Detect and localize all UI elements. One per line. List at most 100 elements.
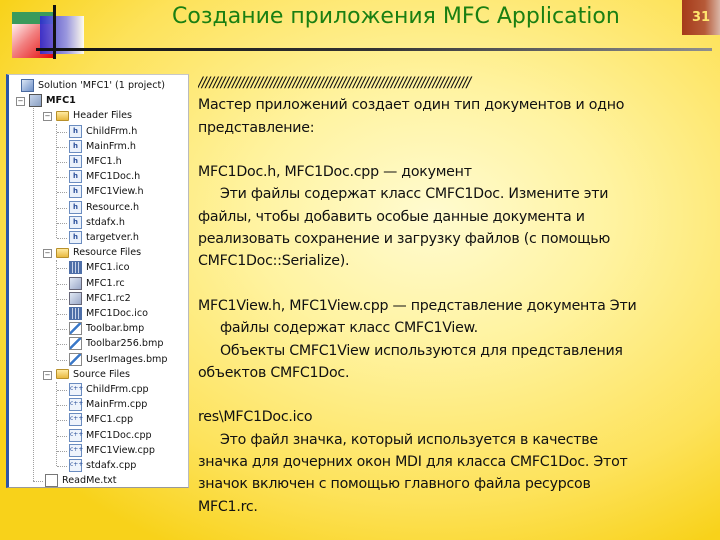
tree-item[interactable]: Resource Files (56, 245, 141, 260)
cpp-file-icon: c++ (69, 413, 83, 427)
cpp-file-icon: c++ (69, 398, 83, 412)
tree-connector (56, 260, 57, 360)
tree-item-label: ReadMe.txt (62, 475, 117, 487)
tree-item-label: MainFrm.h (86, 140, 136, 152)
tree-item-label: stdafx.h (86, 216, 125, 228)
tree-item[interactable]: ReadMe.txt (45, 473, 117, 488)
bitmap-file-icon (69, 322, 82, 336)
tree-connector (56, 123, 57, 238)
tree-item-label: MFC1.cpp (86, 414, 134, 426)
tree-connector (57, 420, 67, 422)
tree-connector (57, 283, 67, 285)
body-line: MFC1View.h, MFC1View.cpp — представление… (198, 297, 637, 314)
rc-file-icon (69, 291, 82, 305)
tree-connector (57, 268, 67, 270)
tree-item[interactable]: h MainFrm.h (69, 139, 136, 154)
tree-item[interactable]: Solution 'MFC1' (1 project) (21, 78, 165, 93)
body-lines: Мастер приложений создает один тип докум… (198, 94, 713, 518)
solution-explorer-tree: Solution 'MFC1' (1 project) MFC1 − Header F… (6, 74, 189, 488)
tree-item[interactable]: c++ stdafx.cpp (69, 458, 136, 473)
title-underline (36, 48, 712, 51)
tree-item[interactable]: h ChildFrm.h (69, 124, 137, 139)
body-line: значка для дочерних окон MDI для класса … (198, 454, 628, 471)
tree-item[interactable]: c++ MFC1.cpp (69, 412, 133, 427)
tree-item-label: MFC1.rc2 (86, 292, 131, 304)
tree-connector (57, 329, 67, 331)
separator-line: ////////////////////////////////////////… (198, 75, 471, 91)
tree-item[interactable]: h MFC1View.h (69, 184, 144, 199)
collapse-toggle-icon[interactable]: − (43, 112, 52, 122)
tree-connector (57, 466, 67, 467)
bitmap-file-icon (69, 352, 82, 366)
slide-title: Создание приложения MFC Application (172, 4, 620, 29)
cpp-file-icon: c++ (69, 443, 83, 457)
solution-icon (21, 79, 34, 92)
tree-item-label: MFC1Doc.ico (86, 308, 148, 319)
folder-icon (56, 247, 69, 258)
tree-item-label: UserImages.bmp (86, 353, 168, 365)
tree-item-label: targetver.h (86, 232, 139, 243)
tree-item[interactable]: c++ MainFrm.cpp (69, 397, 147, 412)
cpp-file-icon: c++ (69, 383, 83, 396)
header-file-icon: h (69, 170, 82, 184)
tree-connector (57, 207, 67, 209)
header-file-icon: h (69, 185, 82, 199)
slide-logo-decoration (0, 0, 90, 60)
body-line: значок включен с помощью главного файла … (198, 476, 591, 493)
body-line: MFC1.rc. (198, 498, 258, 515)
tree-connector (33, 481, 43, 483)
tree-item[interactable]: h Resource.h (69, 200, 139, 215)
tree-item[interactable]: c++ ChildFrm.cpp (69, 382, 149, 397)
tree-connector (57, 192, 67, 194)
tree-item[interactable]: h targetver.h (69, 230, 139, 245)
tree-item[interactable]: MFC1 (29, 93, 76, 108)
body-line: объектов CMFC1Doc. (198, 364, 350, 381)
project-icon (29, 94, 42, 108)
tree-item[interactable]: Source Files (56, 367, 130, 382)
collapse-toggle-icon[interactable]: − (16, 97, 25, 107)
folder-icon (56, 110, 69, 121)
tree-item[interactable]: MFC1Doc.ico (69, 306, 148, 321)
tree-connector (57, 177, 67, 179)
body-line: Объекты CMFC1View используются для предс… (220, 342, 623, 359)
tree-item-label: MFC1.rc (86, 277, 125, 289)
tree-connector (57, 222, 67, 224)
tree-item[interactable]: MFC1.rc (69, 276, 125, 291)
tree-item[interactable]: MFC1.rc2 (69, 291, 131, 306)
tree-item[interactable]: h stdafx.h (69, 215, 125, 230)
tree-connector (57, 405, 67, 407)
collapse-toggle-icon[interactable]: − (43, 249, 52, 259)
header-file-icon: h (69, 200, 82, 214)
tree-item[interactable]: h MFC1.h (69, 154, 122, 169)
tree-connector (57, 359, 67, 361)
tree-item-label: Header Files (73, 110, 133, 122)
tree-connector (57, 344, 67, 346)
header-file-icon: h (69, 231, 82, 244)
tree-item[interactable]: UserImages.bmp (69, 352, 168, 367)
slide-body-text: ////////////////////////////////////////… (198, 72, 713, 518)
tree-connector (57, 435, 67, 437)
tree-item[interactable]: h MFC1Doc.h (69, 169, 140, 184)
tree-item[interactable]: Toolbar.bmp (69, 321, 144, 336)
body-line: res\MFC1Doc.ico (198, 409, 313, 426)
tree-item-label: MFC1Doc.cpp (86, 429, 152, 441)
tree-item[interactable]: c++ MFC1Doc.cpp (69, 428, 152, 443)
tree-item[interactable]: c++ MFC1View.cpp (69, 443, 155, 458)
body-line: файлы, чтобы добавить особые данные доку… (198, 208, 585, 225)
tree-connector (57, 450, 67, 452)
tree-item-label: Solution 'MFC1' (1 project) (38, 80, 165, 91)
tree-connector (57, 146, 67, 148)
cpp-file-icon: c++ (69, 459, 83, 472)
tree-item[interactable]: Toolbar256.bmp (69, 336, 163, 351)
tree-item-label: Toolbar256.bmp (86, 338, 164, 350)
tree-item-label: MFC1 (46, 95, 76, 107)
tree-item-label: MFC1View.cpp (86, 444, 155, 456)
tree-item[interactable]: MFC1.ico (69, 260, 129, 275)
tree-item-label: MFC1.ico (86, 262, 130, 274)
collapse-toggle-icon[interactable]: − (43, 370, 52, 380)
tree-item[interactable]: Header Files (56, 108, 132, 123)
header-file-icon: h (69, 124, 82, 138)
